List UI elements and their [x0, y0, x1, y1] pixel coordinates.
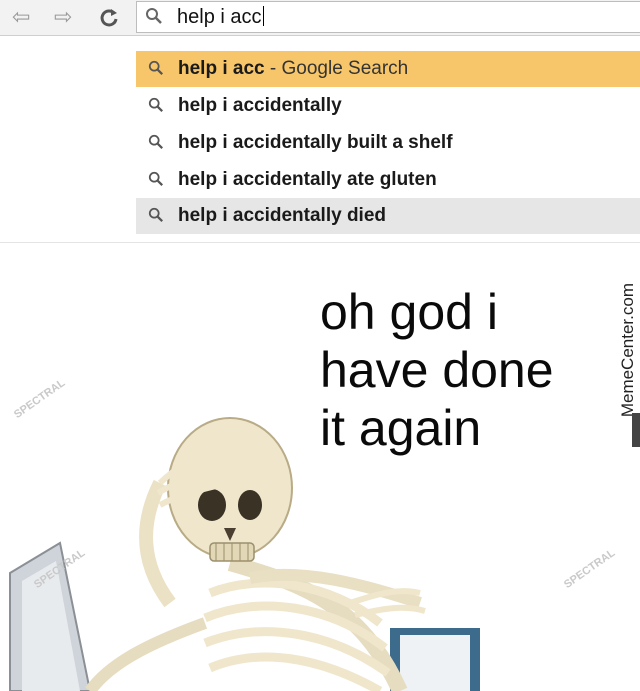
text-caret: [262, 6, 264, 26]
suggestion-label: help i accidentally built a shelf: [178, 132, 453, 153]
suggestion-label: help i acc - Google Search: [178, 58, 409, 79]
search-icon: [148, 60, 164, 81]
search-icon: [148, 207, 164, 228]
suggestion-label: help i accidentally died: [178, 205, 387, 226]
address-bar-text[interactable]: help i acc: [177, 5, 264, 29]
caption-line: oh god i: [320, 284, 498, 340]
suggestion-label: help i accidentally: [178, 95, 342, 116]
meme-image: SPECTRAL SPECTRAL SPECTRAL oh god i have…: [0, 243, 640, 691]
search-icon: [145, 7, 163, 30]
forward-arrow-icon[interactable]: ⇨: [54, 4, 72, 30]
scroll-tab: [632, 413, 640, 447]
suggestion-item-hover[interactable]: help i accidentally died: [136, 198, 640, 234]
autocomplete-dropdown: help i acc - Google Search help i accide…: [136, 36, 640, 236]
suggestion-label: help i accidentally ate gluten: [178, 169, 437, 190]
meme-caption: oh god i have done it again: [320, 283, 554, 457]
caption-line: it again: [320, 400, 482, 456]
reload-icon[interactable]: [98, 4, 120, 30]
suggestion-item[interactable]: help i accidentally built a shelf: [136, 125, 640, 161]
caption-line: have done: [320, 342, 554, 398]
address-bar[interactable]: help i acc: [136, 1, 640, 33]
site-watermark: MemeCenter.com: [618, 283, 637, 418]
search-icon: [148, 97, 164, 118]
browser-toolbar: ⇦ ⇨ help i acc: [0, 0, 640, 36]
suggestion-item[interactable]: help i accidentally: [136, 88, 640, 124]
search-icon: [148, 171, 164, 192]
back-arrow-icon[interactable]: ⇦: [12, 4, 30, 30]
search-icon: [148, 134, 164, 155]
suggestion-item[interactable]: help i accidentally ate gluten: [136, 162, 640, 198]
suggestion-google-search[interactable]: help i acc - Google Search: [136, 51, 640, 87]
